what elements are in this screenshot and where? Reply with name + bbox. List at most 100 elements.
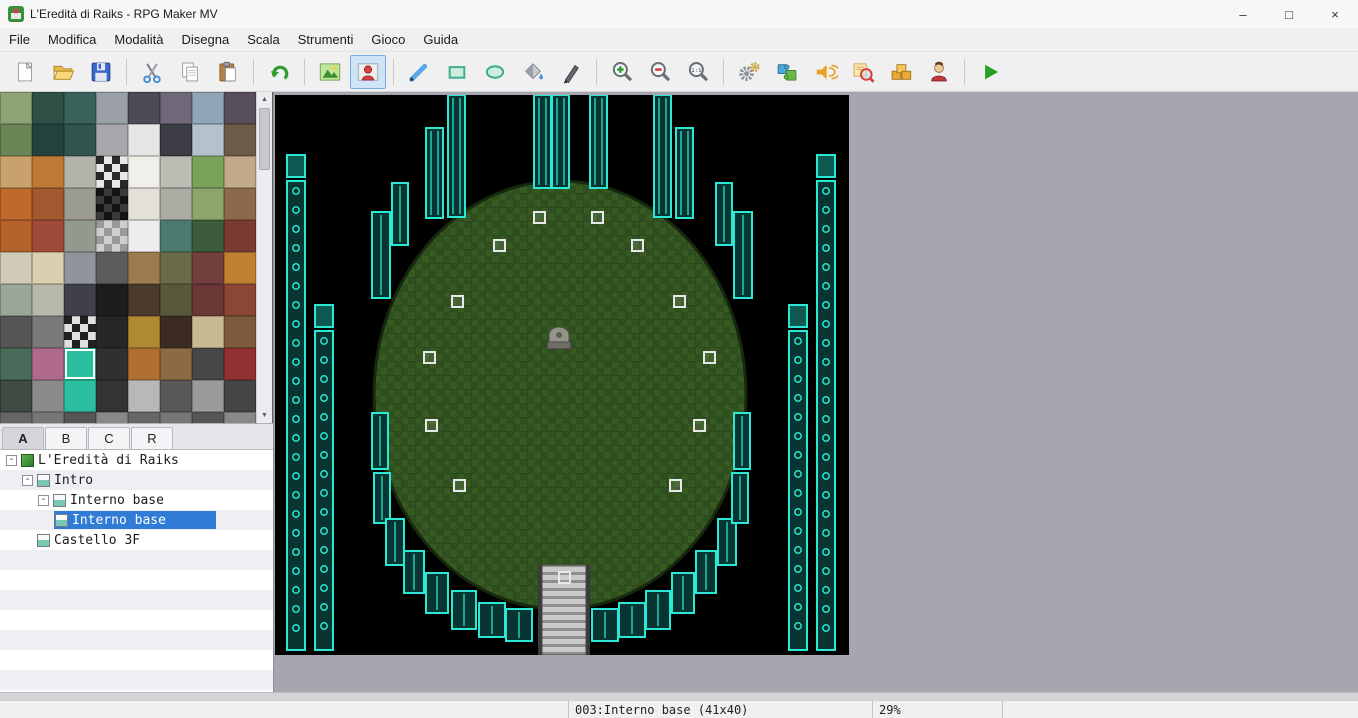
palette-tile[interactable] — [128, 380, 160, 412]
palette-tile[interactable] — [192, 188, 224, 220]
menu-item-gioco[interactable]: Gioco — [362, 28, 414, 52]
event-mode-button[interactable] — [350, 54, 386, 89]
pencil-button[interactable] — [401, 55, 437, 89]
palette-tile[interactable] — [0, 156, 32, 188]
palette-tab-c[interactable]: C — [88, 427, 130, 449]
palette-tab-r[interactable]: R — [131, 427, 173, 449]
resource-manager-button[interactable] — [883, 55, 919, 89]
rectangle-button[interactable] — [439, 55, 475, 89]
palette-tile[interactable] — [32, 156, 64, 188]
palette-tile[interactable] — [160, 124, 192, 156]
flood-fill-button[interactable] — [515, 55, 551, 89]
palette-tile[interactable] — [0, 412, 32, 423]
palette-tile[interactable] — [160, 316, 192, 348]
palette-tile[interactable] — [160, 252, 192, 284]
palette-tile[interactable] — [32, 188, 64, 220]
character-generator-button[interactable] — [921, 55, 957, 89]
menu-item-strumenti[interactable]: Strumenti — [289, 28, 363, 52]
palette-tile[interactable] — [0, 92, 32, 124]
palette-tile[interactable] — [128, 220, 160, 252]
palette-tile[interactable] — [192, 220, 224, 252]
palette-tile[interactable] — [0, 316, 32, 348]
palette-tile[interactable] — [96, 252, 128, 284]
tree-item-selected[interactable]: Interno base — [54, 511, 216, 529]
palette-tile[interactable] — [224, 124, 256, 156]
palette-tile[interactable] — [128, 412, 160, 423]
zoom-out-button[interactable] — [642, 55, 678, 89]
palette-tile[interactable] — [224, 284, 256, 316]
tree-item[interactable]: Intro — [36, 471, 97, 489]
palette-tile[interactable] — [32, 284, 64, 316]
palette-tile[interactable] — [192, 348, 224, 380]
tree-expander-icon[interactable]: - — [38, 494, 49, 506]
map-mode-button[interactable] — [312, 55, 348, 89]
palette-tile[interactable] — [192, 412, 224, 423]
palette-tile[interactable] — [0, 284, 32, 316]
palette-tile[interactable] — [128, 92, 160, 124]
palette-tile[interactable] — [64, 380, 96, 412]
palette-tile[interactable] — [192, 284, 224, 316]
palette-tile[interactable] — [96, 412, 128, 423]
palette-tile[interactable] — [128, 284, 160, 316]
palette-tile[interactable] — [96, 188, 128, 220]
palette-tile[interactable] — [32, 348, 64, 380]
palette-tile[interactable] — [224, 220, 256, 252]
palette-tile[interactable] — [96, 284, 128, 316]
palette-tile[interactable] — [32, 252, 64, 284]
palette-tile[interactable] — [64, 316, 96, 348]
close-button[interactable]: × — [1312, 0, 1358, 28]
cut-button[interactable] — [134, 55, 170, 89]
palette-tile[interactable] — [128, 252, 160, 284]
tree-expander-icon[interactable]: - — [22, 474, 33, 486]
palette-tile[interactable] — [96, 124, 128, 156]
open-button[interactable] — [45, 55, 81, 89]
palette-tile[interactable] — [192, 252, 224, 284]
palette-tile[interactable] — [32, 412, 64, 423]
menu-item-guida[interactable]: Guida — [414, 28, 467, 52]
palette-tile[interactable] — [160, 188, 192, 220]
menu-item-file[interactable]: File — [0, 28, 39, 52]
palette-tile[interactable] — [96, 156, 128, 188]
playtest-button[interactable] — [972, 55, 1008, 89]
palette-tile[interactable] — [192, 156, 224, 188]
tree-row[interactable]: Castello 3F — [0, 530, 273, 550]
palette-tile[interactable] — [0, 380, 32, 412]
palette-tile[interactable] — [160, 284, 192, 316]
palette-tile[interactable] — [192, 380, 224, 412]
copy-button[interactable] — [172, 55, 208, 89]
scroll-down-icon[interactable]: ▼ — [257, 408, 272, 423]
palette-tile[interactable] — [96, 316, 128, 348]
palette-tile[interactable] — [128, 188, 160, 220]
menu-item-scala[interactable]: Scala — [238, 28, 289, 52]
palette-tab-a[interactable]: A — [2, 427, 44, 449]
palette-tile[interactable] — [160, 348, 192, 380]
palette-tile[interactable] — [96, 348, 128, 380]
paste-button[interactable] — [210, 55, 246, 89]
palette-tile[interactable] — [224, 156, 256, 188]
palette-tile[interactable] — [160, 412, 192, 423]
palette-tile[interactable] — [160, 156, 192, 188]
tree-row[interactable]: - Interno base — [0, 490, 273, 510]
palette-tile[interactable] — [0, 252, 32, 284]
palette-tile[interactable] — [160, 92, 192, 124]
palette-tile[interactable] — [224, 380, 256, 412]
palette-tile[interactable] — [0, 348, 32, 380]
shadow-pen-button[interactable] — [553, 55, 589, 89]
tree-row[interactable]: - L'Eredità di Raiks — [0, 450, 273, 470]
menu-item-disegna[interactable]: Disegna — [173, 28, 239, 52]
scroll-up-icon[interactable]: ▲ — [257, 92, 272, 107]
palette-tile[interactable] — [64, 348, 96, 380]
tree-item[interactable]: Castello 3F — [36, 531, 144, 549]
tree-row[interactable]: - Intro — [0, 470, 273, 490]
palette-tile[interactable] — [192, 92, 224, 124]
sound-test-button[interactable] — [807, 55, 843, 89]
zoom-actual-button[interactable]: 1:1 — [680, 55, 716, 89]
scrollbar-thumb[interactable] — [259, 108, 270, 170]
palette-tile[interactable] — [32, 92, 64, 124]
palette-tile[interactable] — [64, 220, 96, 252]
ellipse-button[interactable] — [477, 55, 513, 89]
tree-expander-icon[interactable]: - — [6, 454, 17, 466]
event-searcher-button[interactable] — [845, 55, 881, 89]
palette-tile[interactable] — [0, 220, 32, 252]
tree-item[interactable]: Interno base — [52, 491, 168, 509]
